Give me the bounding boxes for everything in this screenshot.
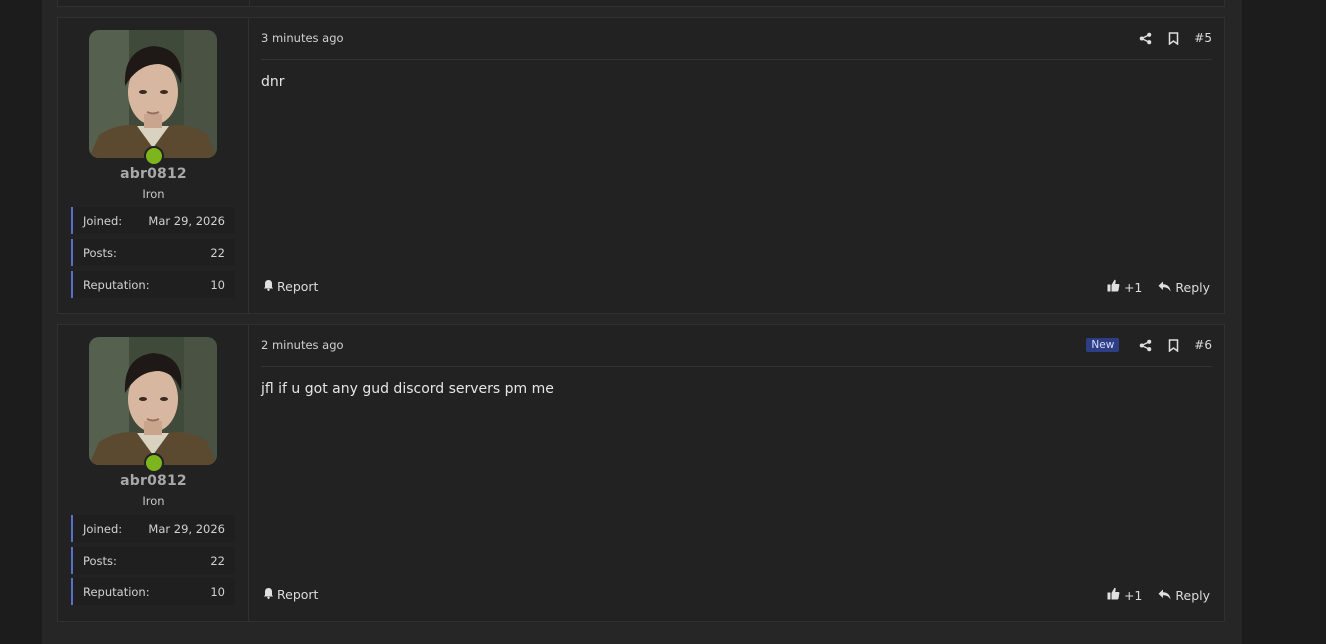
avatar[interactable]	[89, 337, 217, 465]
reply-label: Reply	[1175, 587, 1210, 603]
report-button[interactable]: Report	[263, 279, 318, 294]
like-button[interactable]: +1	[1107, 279, 1142, 295]
reply-button[interactable]: Reply	[1158, 280, 1210, 295]
post-number-link[interactable]: #6	[1194, 338, 1212, 352]
reply-button[interactable]: Reply	[1158, 588, 1210, 603]
online-status-indicator	[144, 146, 164, 166]
stat-posts: Posts: 22	[71, 547, 235, 574]
report-label: Report	[277, 279, 319, 294]
like-count: +1	[1123, 279, 1143, 295]
stat-value: 10	[210, 278, 225, 292]
bookmark-icon[interactable]	[1166, 31, 1180, 45]
post-time[interactable]: 3 minutes ago	[261, 31, 344, 45]
stat-value: 22	[210, 246, 225, 260]
post-content: dnr	[261, 74, 285, 90]
stat-label: Posts:	[83, 246, 117, 260]
stat-label: Reputation:	[83, 278, 150, 292]
username[interactable]: abr0812	[58, 473, 249, 489]
stat-value: 22	[210, 554, 225, 568]
new-badge: New	[1086, 338, 1120, 352]
like-button[interactable]: +1	[1107, 587, 1142, 603]
online-status-indicator	[144, 453, 164, 473]
post: abr0812 Iron Joined: Mar 29, 2026 Posts:…	[57, 324, 1225, 622]
stat-value: Mar 29, 2026	[148, 522, 225, 536]
user-title: Iron	[142, 494, 165, 508]
stat-posts: Posts: 22	[71, 239, 235, 266]
stat-label: Joined:	[83, 522, 123, 536]
report-label: Report	[277, 587, 319, 602]
post-main: 2 minutes ago New #6 jfl if u got any gu…	[249, 325, 1224, 621]
reply-arrow-icon	[1158, 588, 1171, 603]
thumbs-up-icon	[1107, 279, 1120, 295]
like-count: +1	[1123, 587, 1143, 603]
post-time[interactable]: 2 minutes ago	[261, 338, 344, 352]
stat-label: Posts:	[83, 554, 117, 568]
header-divider	[261, 59, 1212, 60]
post-number-link[interactable]: #5	[1194, 31, 1212, 45]
post-header-actions: New #6	[1086, 336, 1212, 354]
post-user-panel: abr0812 Iron Joined: Mar 29, 2026 Posts:…	[58, 325, 249, 621]
stat-value: Mar 29, 2026	[148, 214, 225, 228]
share-icon[interactable]	[1138, 338, 1152, 352]
post: abr0812 Iron Joined: Mar 29, 2026 Posts:…	[57, 17, 1225, 314]
username[interactable]: abr0812	[58, 166, 249, 182]
stat-label: Joined:	[83, 214, 123, 228]
bookmark-icon[interactable]	[1166, 338, 1180, 352]
post-footer-actions: +1 Reply	[1107, 279, 1210, 295]
stat-joined: Joined: Mar 29, 2026	[71, 515, 235, 542]
stat-joined: Joined: Mar 29, 2026	[71, 207, 235, 234]
reply-arrow-icon	[1158, 280, 1171, 295]
post-header-actions: #5	[1138, 29, 1212, 47]
post-user-panel: abr0812 Iron Joined: Mar 29, 2026 Posts:…	[58, 18, 249, 313]
avatar[interactable]	[89, 30, 217, 158]
stat-value: 10	[210, 585, 225, 599]
stat-label: Reputation:	[83, 585, 150, 599]
post-content: jfl if u got any gud discord servers pm …	[261, 381, 554, 397]
previous-post-edge	[57, 0, 1225, 7]
report-button[interactable]: Report	[263, 587, 318, 602]
share-icon[interactable]	[1138, 31, 1152, 45]
stat-reputation: Reputation: 10	[71, 578, 235, 605]
reply-label: Reply	[1175, 279, 1210, 295]
post-main: 3 minutes ago #5 dnr Report +1 Reply	[249, 18, 1224, 313]
header-divider	[261, 366, 1212, 367]
bell-icon	[263, 279, 274, 294]
post-footer-actions: +1 Reply	[1107, 587, 1210, 603]
thumbs-up-icon	[1107, 587, 1120, 603]
bell-icon	[263, 587, 274, 602]
user-title: Iron	[142, 187, 165, 201]
stat-reputation: Reputation: 10	[71, 271, 235, 298]
